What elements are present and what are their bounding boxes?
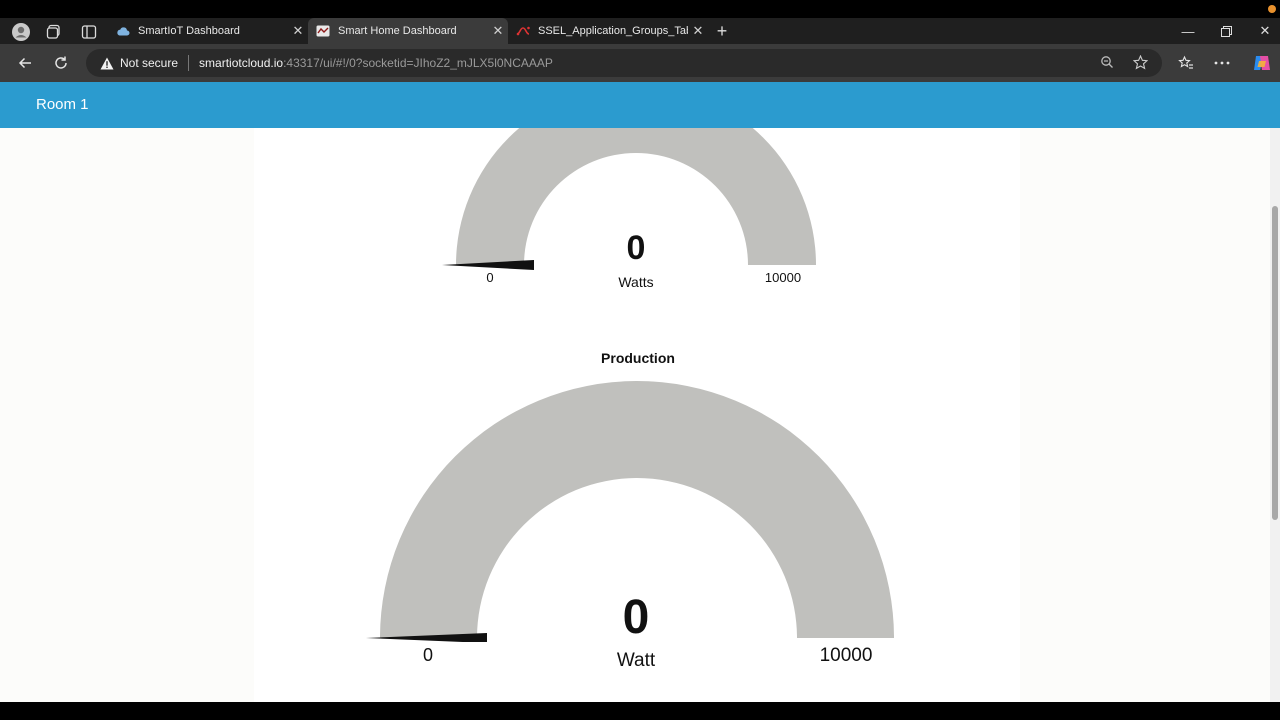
tab-title: Smart Home Dashboard	[338, 25, 457, 37]
gauge-min: 0	[422, 645, 433, 665]
cloud-icon	[116, 24, 130, 38]
security-label[interactable]: Not secure	[120, 56, 178, 70]
gauge-unit: Watts	[618, 274, 654, 290]
workspaces-icon[interactable]	[41, 19, 67, 45]
tab-title: SSEL_Application_Groups_Tabs_In	[538, 25, 688, 37]
node-red-icon	[516, 24, 530, 38]
address-bar[interactable]: Not secure smartiotcloud.io:43317/ui/#!/…	[86, 49, 1162, 77]
gauge-unit: Watt	[616, 650, 656, 671]
address-divider	[188, 55, 190, 71]
gauge-min: 0	[486, 270, 494, 285]
tab-smartiot-dashboard[interactable]: SmartIoT Dashboard ✕	[108, 18, 308, 44]
reload-icon[interactable]	[48, 50, 74, 76]
profile-icon[interactable]	[8, 19, 34, 45]
browser-tabstrip: SmartIoT Dashboard ✕ Smart Home Dashboar…	[0, 0, 1280, 44]
back-icon[interactable]	[12, 50, 38, 76]
taskbar-strip	[0, 702, 1280, 720]
page-title: Room 1	[36, 96, 89, 113]
url-path: :43317/ui/#!/0?socketid=JIhoZ2_mJLX5l0NC…	[283, 56, 553, 70]
restore-icon[interactable]	[1206, 18, 1246, 44]
more-icon[interactable]	[1209, 50, 1235, 76]
title-bar-strip	[0, 0, 1280, 18]
close-tab-icon[interactable]: ✕	[688, 23, 708, 39]
dashboard-header: Room 1	[0, 82, 1280, 128]
tab-ssel-application[interactable]: SSEL_Application_Groups_Tabs_In ✕	[508, 18, 708, 44]
copilot-icon[interactable]	[1249, 50, 1275, 76]
close-icon[interactable]: ✕	[1245, 18, 1280, 44]
close-tab-icon[interactable]: ✕	[288, 23, 308, 39]
new-tab-icon[interactable]: +	[708, 18, 736, 44]
tab-actions-icon[interactable]	[76, 19, 102, 45]
minimize-icon[interactable]: —	[1168, 18, 1208, 44]
zoom-icon[interactable]	[1100, 55, 1114, 72]
gauge-max: 10000	[819, 645, 873, 666]
tab-title: SmartIoT Dashboard	[138, 25, 240, 37]
browser-toolbar: Not secure smartiotcloud.io:43317/ui/#!/…	[0, 44, 1280, 82]
gauge-value: 0	[626, 229, 646, 267]
group-title-production: Production	[601, 350, 675, 366]
scrollbar-thumb[interactable]	[1272, 206, 1278, 520]
favorites-bar-icon[interactable]	[1173, 50, 1199, 76]
url-host: smartiotcloud.io	[199, 56, 284, 70]
gauge-value: 0	[622, 591, 650, 644]
favorite-icon[interactable]	[1132, 54, 1149, 73]
notification-dot	[1268, 5, 1276, 13]
warning-icon	[100, 56, 114, 70]
dashboard-content: 0 Watts 0 10000 Production 0 Watt 0 1000…	[0, 128, 1280, 702]
tab-smart-home-dashboard[interactable]: Smart Home Dashboard ✕	[308, 18, 508, 44]
node-red-icon	[316, 24, 330, 38]
gauge-max: 10000	[764, 270, 802, 285]
close-tab-icon[interactable]: ✕	[488, 23, 508, 39]
